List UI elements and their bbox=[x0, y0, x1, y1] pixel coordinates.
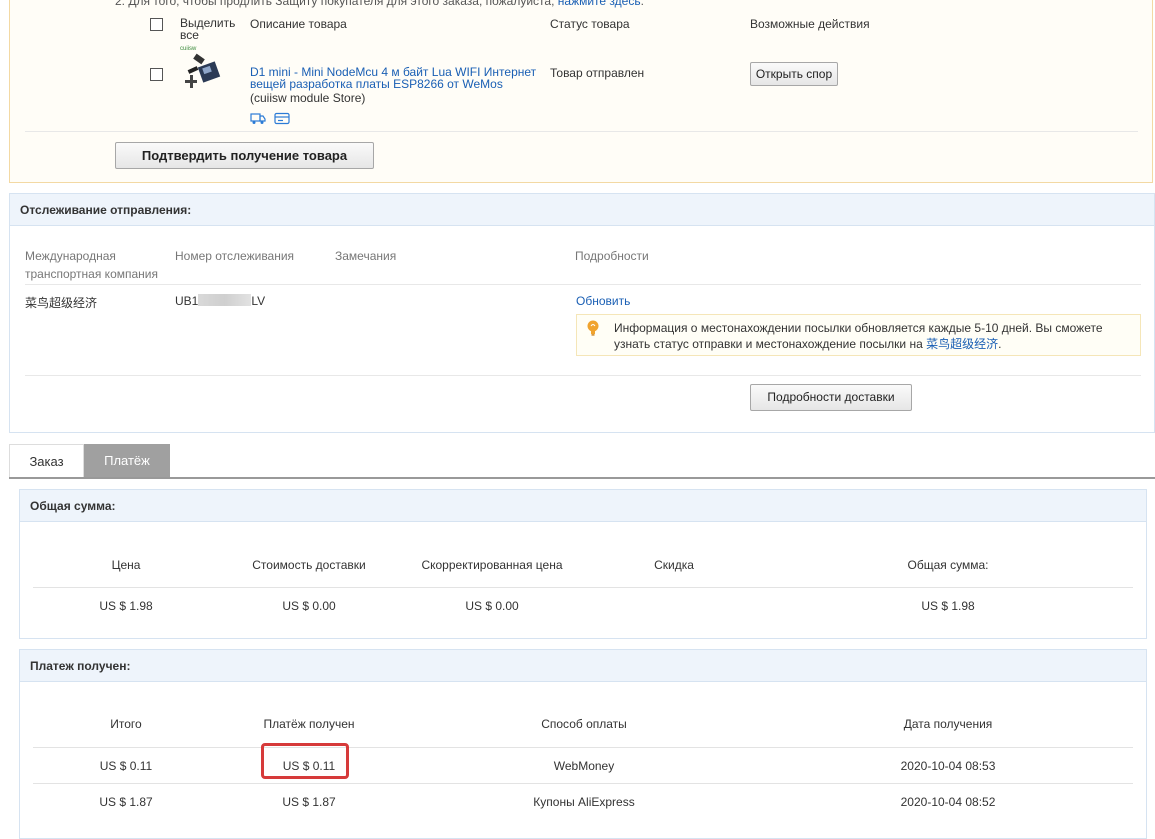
delivery-details-button[interactable]: Подробности доставки bbox=[750, 384, 912, 411]
tab-payment[interactable]: Платёж bbox=[84, 444, 170, 478]
payment-received-header: Платёж получен bbox=[263, 717, 355, 731]
protection-note-end: . bbox=[640, 0, 644, 8]
tracking-info-text: Информация о местонахождении посылки обн… bbox=[614, 320, 1134, 352]
received-date-header: Дата получения bbox=[903, 717, 993, 731]
protection-note-text: 2. Для того, чтобы продлить Защиту покуп… bbox=[115, 0, 558, 8]
adjusted-price-header: Скорректированная цена bbox=[421, 558, 563, 572]
total-value: US $ 1.98 bbox=[921, 599, 975, 613]
tab-order[interactable]: Заказ bbox=[9, 444, 84, 478]
lightbulb-icon bbox=[587, 320, 599, 339]
row1-date: 2020-10-04 08:53 bbox=[900, 759, 996, 773]
carrier-name: 菜鸟超级经济 bbox=[25, 296, 98, 310]
row2-received: US $ 1.87 bbox=[282, 795, 336, 809]
subtotal-header: Итого bbox=[110, 717, 142, 731]
payment-divider bbox=[33, 747, 1133, 748]
item-checkbox[interactable] bbox=[150, 68, 163, 81]
tabs-underline bbox=[9, 477, 1155, 479]
tracking-info-body: Информация о местонахождении посылки обн… bbox=[614, 321, 1103, 351]
protection-extend-link[interactable]: нажмите здесь bbox=[558, 0, 641, 8]
carrier-header: Международная транспортная компания bbox=[25, 249, 158, 281]
status-header: Статус товара bbox=[550, 17, 630, 31]
tracking-number-header: Номер отслеживания bbox=[175, 249, 295, 263]
tracking-header-divider bbox=[25, 284, 1141, 285]
select-all-checkbox[interactable] bbox=[150, 18, 163, 31]
tracking-info-box: Информация о местонахождении посылки обн… bbox=[576, 314, 1141, 356]
payment-title: Платеж получен: bbox=[20, 650, 1146, 682]
truck-icon[interactable] bbox=[250, 112, 266, 128]
item-status: Товар отправлен bbox=[550, 66, 645, 80]
open-dispute-button[interactable]: Открыть спор bbox=[750, 62, 838, 86]
tracking-row-divider bbox=[25, 375, 1141, 376]
totals-title: Общая сумма: bbox=[20, 490, 1146, 522]
select-all-label: Выделить все bbox=[180, 16, 236, 42]
payment-row-divider bbox=[33, 783, 1133, 784]
tracking-title: Отслеживание отправления: bbox=[10, 194, 1154, 226]
shipping-cost-value: US $ 0.00 bbox=[282, 599, 336, 613]
highlight-annotation bbox=[261, 743, 349, 779]
totals-divider bbox=[33, 587, 1133, 588]
confirm-receipt-button[interactable]: Подтвердить получение товара bbox=[115, 142, 374, 169]
row1-method: WebMoney bbox=[553, 759, 615, 773]
carrier-site-link[interactable]: 菜鸟超级经济 bbox=[926, 337, 998, 351]
price-value: US $ 1.98 bbox=[99, 599, 153, 613]
actions-header: Возможные действия bbox=[750, 17, 870, 31]
product-thumbnail[interactable]: cuiisw bbox=[180, 46, 224, 94]
refresh-link[interactable]: Обновить bbox=[576, 294, 630, 308]
tracking-info-end: . bbox=[998, 337, 1002, 351]
tracking-panel: Отслеживание отправления: Международная … bbox=[9, 193, 1155, 433]
tracking-number-redacted bbox=[198, 294, 252, 306]
board-icon bbox=[185, 53, 221, 88]
card-icon[interactable] bbox=[274, 112, 290, 128]
description-header: Описание товара bbox=[250, 17, 347, 31]
row2-date: 2020-10-04 08:52 bbox=[900, 795, 996, 809]
row2-subtotal: US $ 1.87 bbox=[99, 795, 153, 809]
payment-received-panel: Платеж получен: Итого Платёж получен Спо… bbox=[19, 649, 1147, 839]
tracking-number-start: UB1 bbox=[175, 294, 199, 308]
details-header: Подробности bbox=[575, 249, 649, 263]
protection-note: 2. Для того, чтобы продлить Защиту покуп… bbox=[115, 0, 644, 8]
tracking-number-end: LV bbox=[251, 294, 266, 308]
totals-panel: Общая сумма: Цена Стоимость доставки Ско… bbox=[19, 489, 1147, 639]
shipping-cost-header: Стоимость доставки bbox=[252, 558, 366, 572]
total-header: Общая сумма: bbox=[907, 558, 989, 572]
adjusted-price-value: US $ 0.00 bbox=[465, 599, 519, 613]
product-title-link[interactable]: D1 mini - Mini NodeMcu 4 м байт Lua WIFI… bbox=[250, 65, 536, 91]
row1-subtotal: US $ 0.11 bbox=[99, 759, 153, 773]
tracking-number: UB1 LV bbox=[175, 294, 265, 308]
payment-method-header: Способ оплаты bbox=[541, 717, 627, 731]
item-divider bbox=[25, 131, 1138, 132]
price-header: Цена bbox=[111, 558, 141, 572]
discount-header: Скидка bbox=[654, 558, 694, 572]
remarks-header: Замечания bbox=[335, 249, 397, 263]
store-name: (cuiisw module Store) bbox=[250, 91, 366, 105]
row2-method: Купоны AliExpress bbox=[533, 795, 635, 809]
